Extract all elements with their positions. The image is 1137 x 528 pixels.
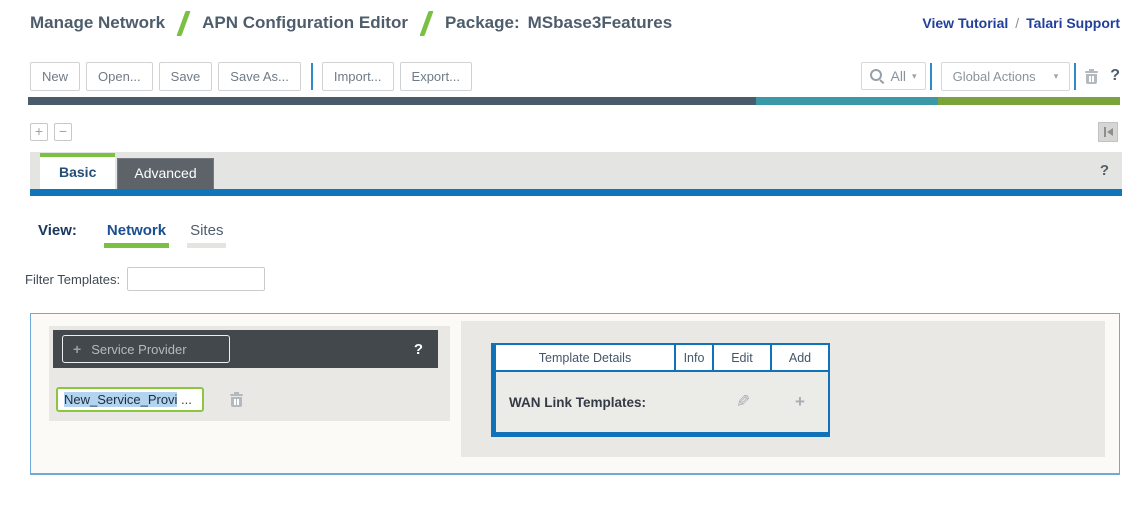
tree-controls-row: + − xyxy=(30,122,1118,142)
global-actions-label: Global Actions xyxy=(952,68,1036,84)
trash-icon[interactable] xyxy=(1085,68,1099,84)
status-color-bar xyxy=(28,97,1120,105)
search-scope-value: All xyxy=(890,68,907,84)
service-provider-name-input[interactable]: New_Service_Provi ... xyxy=(56,387,204,412)
status-bar-segment-green xyxy=(937,97,1120,105)
save-as-button[interactable]: Save As... xyxy=(218,61,301,91)
plus-icon: + xyxy=(73,341,82,357)
breadcrumb-manage-network[interactable]: Manage Network xyxy=(30,13,165,33)
page-header: Manage Network APN Configuration Editor … xyxy=(30,9,1120,37)
network-workspace: + Service Provider ? New_Service_Provi .… xyxy=(30,313,1120,475)
toolbar-help-icon[interactable]: ? xyxy=(1110,67,1120,85)
open-button[interactable]: Open... xyxy=(86,61,153,91)
tab-basic[interactable]: Basic xyxy=(40,153,116,189)
selected-text: New_Service_Provi xyxy=(64,392,178,407)
chevron-down-icon: ▾ xyxy=(912,70,917,81)
tab-bar: Basic Advanced ? xyxy=(30,152,1122,189)
search-scope-dropdown[interactable]: All ▾ xyxy=(861,62,926,90)
table-row-wan-link-templates: WAN Link Templates: ✎ + xyxy=(496,370,828,432)
import-button[interactable]: Import... xyxy=(321,61,394,91)
new-button[interactable]: New xyxy=(30,61,81,91)
service-provider-help-icon[interactable]: ? xyxy=(414,341,423,358)
collapse-panel-icon[interactable] xyxy=(1098,122,1118,142)
service-provider-header: + Service Provider ? xyxy=(53,330,438,368)
global-actions-dropdown[interactable]: Global Actions ▾ xyxy=(940,61,1071,91)
wan-link-templates-label: WAN Link Templates: xyxy=(509,394,647,410)
filter-row: Filter Templates: xyxy=(25,267,266,291)
search-icon xyxy=(870,69,884,83)
templates-panel: Template Details Info Edit Add WAN Link … xyxy=(461,321,1105,457)
view-selector: View: Network Sites xyxy=(38,222,244,248)
save-button[interactable]: Save xyxy=(158,61,213,91)
expand-all-button[interactable]: + xyxy=(30,123,48,141)
view-label: View: xyxy=(38,222,77,239)
column-add: Add xyxy=(788,351,812,365)
tab-accent-bar xyxy=(30,189,1122,196)
filter-templates-input[interactable] xyxy=(127,267,266,291)
breadcrumb-slash-icon xyxy=(419,10,434,36)
breadcrumb: Manage Network APN Configuration Editor … xyxy=(30,10,672,36)
toolbar: New Open... Save Save As... Import... Ex… xyxy=(30,61,1120,91)
toolbar-divider xyxy=(310,62,313,90)
toolbar-divider xyxy=(1074,62,1077,90)
template-details-table: Template Details Info Edit Add WAN Link … xyxy=(491,343,830,437)
tab-advanced[interactable]: Advanced xyxy=(117,158,214,189)
package-label: Package: xyxy=(444,13,520,32)
add-service-provider-label: Service Provider xyxy=(91,341,187,357)
view-option-sites[interactable]: Sites xyxy=(187,222,227,248)
add-service-provider-button[interactable]: + Service Provider xyxy=(62,335,230,363)
breadcrumb-apn-config-editor: APN Configuration Editor xyxy=(202,13,408,32)
table-header-row: Template Details Info Edit Add xyxy=(496,345,828,370)
service-provider-row: New_Service_Provi ... xyxy=(56,387,243,412)
chevron-down-icon: ▾ xyxy=(1053,70,1059,81)
edit-pencil-icon[interactable]: ✎ xyxy=(736,392,750,412)
toolbar-divider xyxy=(929,62,932,90)
service-provider-panel: + Service Provider ? New_Service_Provi .… xyxy=(49,326,450,421)
talari-support-link[interactable]: Talari Support xyxy=(1026,15,1120,31)
view-tutorial-link[interactable]: View Tutorial xyxy=(922,15,1008,31)
sites-underline xyxy=(187,243,227,248)
filter-templates-label: Filter Templates: xyxy=(25,271,121,287)
column-template-details: Template Details xyxy=(496,345,676,370)
package-name: MSbase3Features xyxy=(527,13,673,32)
apn-configuration-editor-screen: Manage Network APN Configuration Editor … xyxy=(0,0,1137,528)
package-title: Package: MSbase3Features xyxy=(445,13,672,33)
breadcrumb-slash-icon xyxy=(176,10,191,36)
collapse-all-button[interactable]: − xyxy=(54,123,72,141)
view-option-network[interactable]: Network xyxy=(103,222,170,248)
column-info: Info xyxy=(676,345,714,370)
delete-service-provider-icon[interactable] xyxy=(230,392,243,407)
name-suffix: ... xyxy=(177,392,192,407)
column-edit: Edit xyxy=(714,345,772,370)
header-links: View Tutorial / Talari Support xyxy=(922,15,1120,31)
status-bar-segment-teal xyxy=(756,97,938,105)
add-wan-link-template-icon[interactable]: + xyxy=(795,392,805,411)
status-bar-segment-slate xyxy=(28,97,757,105)
export-button[interactable]: Export... xyxy=(399,61,472,91)
link-separator: / xyxy=(1015,15,1020,31)
tab-help-icon[interactable]: ? xyxy=(1100,162,1109,179)
network-active-underline xyxy=(103,243,170,248)
